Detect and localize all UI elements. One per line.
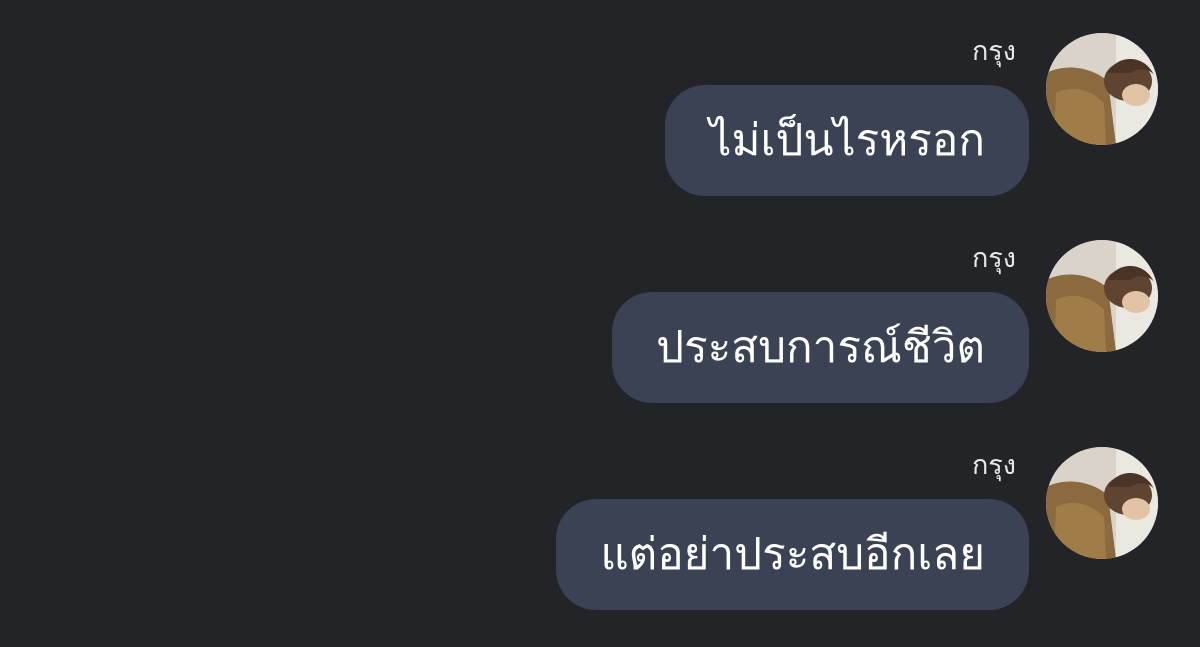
message-row: กรุง แต่อย่าประสบอีกเลย [0, 447, 1200, 647]
message-row: กรุง ไม่เป็นไรหรอก [0, 33, 1200, 233]
chat-thread: กรุง ไม่เป็นไรหรอก กรุง ประสบการณ์ชีวิต [0, 0, 1200, 647]
message-bubble[interactable]: ไม่เป็นไรหรอก [665, 85, 1029, 196]
message-row: กรุง ประสบการณ์ชีวิต [0, 240, 1200, 440]
message-bubble[interactable]: แต่อย่าประสบอีกเลย [556, 499, 1029, 610]
user-photo-avatar-icon [1046, 240, 1158, 352]
avatar[interactable] [1046, 33, 1158, 145]
user-photo-avatar-icon [1046, 447, 1158, 559]
avatar[interactable] [1046, 240, 1158, 352]
message-bubble[interactable]: ประสบการณ์ชีวิต [612, 292, 1029, 403]
avatar[interactable] [1046, 447, 1158, 559]
sender-name: กรุง [971, 36, 1016, 67]
user-photo-avatar-icon [1046, 33, 1158, 145]
sender-name: กรุง [971, 450, 1016, 481]
sender-name: กรุง [971, 243, 1016, 274]
